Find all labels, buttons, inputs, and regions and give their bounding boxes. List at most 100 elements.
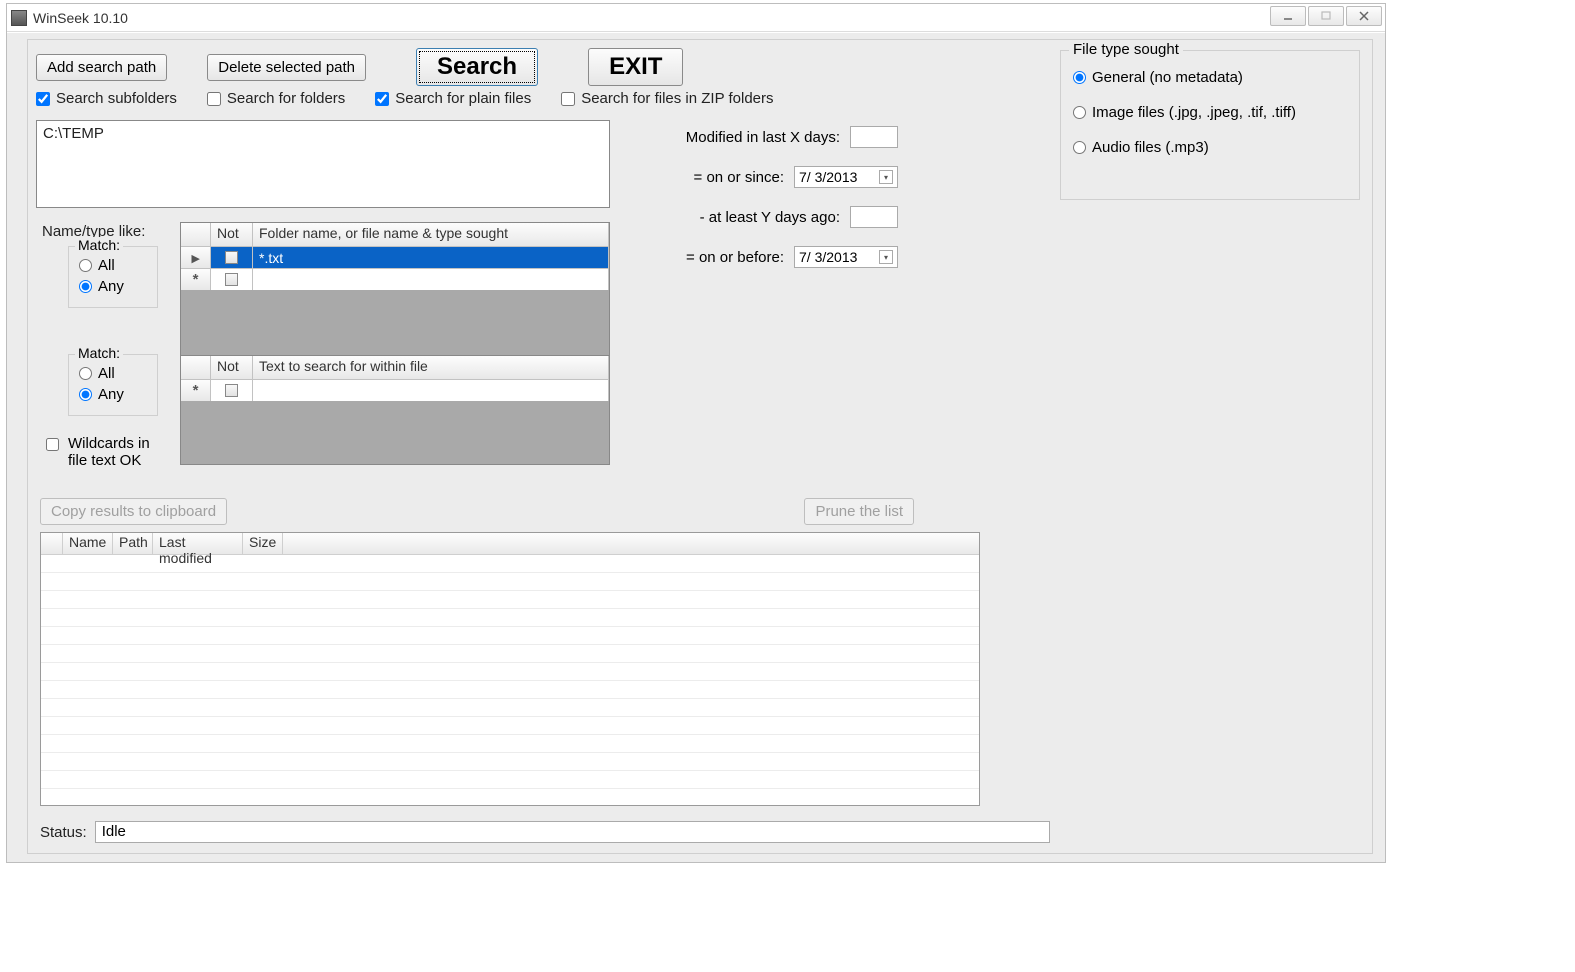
name-match-group: Match: All Any <box>68 246 158 308</box>
name-grid-not-cell[interactable] <box>211 246 253 268</box>
name-pattern-grid[interactable]: Not Folder name, or file name & type sou… <box>180 222 610 366</box>
results-col-name[interactable]: Name <box>63 533 113 555</box>
name-match-all[interactable]: All <box>79 257 147 274</box>
maximize-button[interactable] <box>1308 6 1344 26</box>
name-grid-not-cell[interactable] <box>211 268 253 290</box>
results-grid[interactable]: Name Path Last modified Size <box>40 532 980 806</box>
text-grid-text-cell[interactable] <box>253 379 609 401</box>
search-folders-checkbox[interactable]: Search for folders <box>207 90 345 107</box>
search-plain-input[interactable] <box>375 92 389 106</box>
client-area: Add search path Delete selected path Sea… <box>7 32 1385 862</box>
results-empty-row <box>41 645 979 663</box>
on-or-since-datepicker[interactable]: 7/ 3/2013 ▾ <box>794 166 898 188</box>
main-panel: Add search path Delete selected path Sea… <box>27 39 1373 854</box>
results-empty-row <box>41 609 979 627</box>
app-window: WinSeek 10.10 Add search path Delete sel… <box>6 3 1386 863</box>
text-grid-new-row[interactable]: * <box>181 379 609 401</box>
search-paths-listbox[interactable]: C:\TEMP <box>36 120 610 208</box>
search-path-item[interactable]: C:\TEMP <box>43 125 603 142</box>
wildcards-checkbox[interactable]: Wildcards in file text OK <box>42 435 150 470</box>
search-folders-input[interactable] <box>207 92 221 106</box>
results-col-spacer <box>283 533 979 555</box>
results-empty-row <box>41 753 979 771</box>
search-zip-checkbox[interactable]: Search for files in ZIP folders <box>561 90 773 107</box>
checkbox-icon[interactable] <box>225 384 238 397</box>
text-search-grid[interactable]: Not Text to search for within file * <box>180 355 610 465</box>
name-match-any[interactable]: Any <box>79 278 147 295</box>
text-match-title: Match: <box>75 345 123 361</box>
results-empty-row <box>41 717 979 735</box>
filetype-general-radio[interactable]: General (no metadata) <box>1073 69 1347 86</box>
name-match-title: Match: <box>75 237 123 253</box>
status-row: Status: Idle <box>40 821 1050 843</box>
name-grid-row-selected[interactable]: ▸ *.txt <box>181 246 609 268</box>
minimize-button[interactable] <box>1270 6 1306 26</box>
prune-list-button[interactable]: Prune the list <box>804 498 914 525</box>
at-least-y-label: - at least Y days ago: <box>638 209 840 226</box>
text-match-any[interactable]: Any <box>79 386 147 403</box>
date-filter-area: Modified in last X days: = on or since: … <box>638 126 898 286</box>
results-empty-row <box>41 771 979 789</box>
search-zip-label: Search for files in ZIP folders <box>581 90 773 107</box>
mid-button-row: Copy results to clipboard Prune the list <box>40 498 914 525</box>
search-button[interactable]: Search <box>416 48 538 86</box>
text-match-all[interactable]: All <box>79 365 147 382</box>
results-empty-row <box>41 573 979 591</box>
search-plain-label: Search for plain files <box>395 90 531 107</box>
new-row-icon: * <box>181 379 211 401</box>
name-grid-col-not[interactable]: Not <box>211 223 253 246</box>
name-grid-new-row[interactable]: * <box>181 268 609 290</box>
wildcards-input[interactable] <box>46 438 59 451</box>
options-row: Search subfolders Search for folders Sea… <box>36 90 774 107</box>
modified-last-x-label: Modified in last X days: <box>638 129 840 146</box>
status-label: Status: <box>40 824 87 841</box>
results-col-size[interactable]: Size <box>243 533 283 555</box>
filetype-image-radio[interactable]: Image files (.jpg, .jpeg, .tif, .tiff) <box>1073 104 1347 121</box>
results-col-path[interactable]: Path <box>113 533 153 555</box>
name-grid-pattern-cell[interactable]: *.txt <box>253 246 609 268</box>
file-type-group: File type sought General (no metadata) I… <box>1060 50 1360 200</box>
text-grid-header: Not Text to search for within file <box>181 356 609 379</box>
text-grid-col-not[interactable]: Not <box>211 356 253 379</box>
row-indicator-icon: ▸ <box>181 246 211 268</box>
results-body <box>41 555 979 789</box>
add-search-path-button[interactable]: Add search path <box>36 54 167 81</box>
delete-selected-path-button[interactable]: Delete selected path <box>207 54 366 81</box>
modified-last-x-input[interactable] <box>850 126 898 148</box>
at-least-y-input[interactable] <box>850 206 898 228</box>
on-or-since-value: 7/ 3/2013 <box>799 169 857 185</box>
text-grid-col-text[interactable]: Text to search for within file <box>253 356 609 379</box>
results-header: Name Path Last modified Size <box>41 533 979 555</box>
dropdown-icon[interactable]: ▾ <box>879 170 893 184</box>
name-grid-col-pattern[interactable]: Folder name, or file name & type sought <box>253 223 609 246</box>
copy-results-button[interactable]: Copy results to clipboard <box>40 498 227 525</box>
on-or-since-label: = on or since: <box>638 169 784 186</box>
close-icon <box>1358 10 1370 22</box>
on-or-before-datepicker[interactable]: 7/ 3/2013 ▾ <box>794 246 898 268</box>
search-subfolders-input[interactable] <box>36 92 50 106</box>
search-subfolders-label: Search subfolders <box>56 90 177 107</box>
maximize-icon <box>1320 10 1332 22</box>
search-folders-label: Search for folders <box>227 90 345 107</box>
text-grid-not-cell[interactable] <box>211 379 253 401</box>
name-grid-pattern-cell[interactable] <box>253 268 609 290</box>
results-empty-row <box>41 663 979 681</box>
file-type-title: File type sought <box>1069 41 1183 58</box>
close-button[interactable] <box>1346 6 1382 26</box>
titlebar: WinSeek 10.10 <box>7 4 1385 32</box>
new-row-icon: * <box>181 268 211 290</box>
name-grid-header: Not Folder name, or file name & type sou… <box>181 223 609 246</box>
dropdown-icon[interactable]: ▾ <box>879 250 893 264</box>
exit-button[interactable]: EXIT <box>588 48 683 86</box>
checkbox-icon[interactable] <box>225 273 238 286</box>
minimize-icon <box>1282 10 1294 22</box>
search-zip-input[interactable] <box>561 92 575 106</box>
results-col-lastmod[interactable]: Last modified <box>153 533 243 555</box>
search-plain-files-checkbox[interactable]: Search for plain files <box>375 90 531 107</box>
results-row-header-col[interactable] <box>41 533 63 555</box>
search-subfolders-checkbox[interactable]: Search subfolders <box>36 90 177 107</box>
filetype-audio-radio[interactable]: Audio files (.mp3) <box>1073 139 1347 156</box>
checkbox-icon[interactable] <box>225 251 238 264</box>
window-title: WinSeek 10.10 <box>33 10 128 26</box>
results-empty-row <box>41 681 979 699</box>
